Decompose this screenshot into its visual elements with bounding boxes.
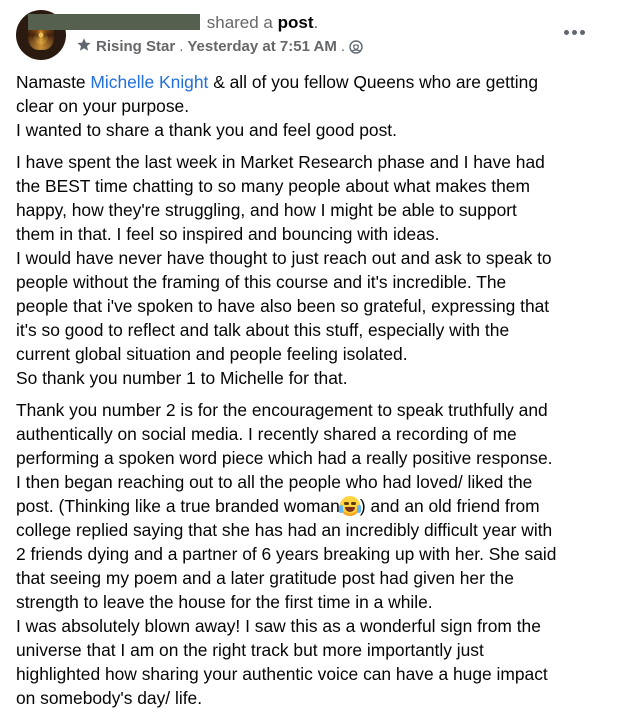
shared-verb: shared a xyxy=(206,13,273,32)
text-line: people that i've spoken to have also bee… xyxy=(16,296,550,316)
text-line: performing a spoken word piece which had… xyxy=(16,448,553,468)
text-line: authentically on social media. I recentl… xyxy=(16,424,517,444)
text-line: on somebody's day/ life. xyxy=(16,688,203,708)
post-card: shared a post. Rising Star. Yesterday at … xyxy=(0,0,618,721)
text-line: universe that I am on the right track bu… xyxy=(16,640,484,660)
member-badge-label[interactable]: Rising Star xyxy=(96,38,175,55)
post-title-line: shared a post. xyxy=(28,12,319,34)
text-line: college replied saying that she has had … xyxy=(16,520,553,540)
meta-separator-2: . xyxy=(340,38,346,55)
text-line: I was absolutely blown away! I saw this … xyxy=(16,616,541,636)
author-name-redacted[interactable] xyxy=(28,14,200,30)
text-line: I would have never have thought to just … xyxy=(16,248,552,268)
text-line: Namaste Michelle Knight & all of you fel… xyxy=(16,70,612,94)
paragraph-2: I have spent the last week in Market Res… xyxy=(16,150,612,390)
text-line: I wanted to share a thank you and feel g… xyxy=(16,120,397,140)
text-line: happy, how they're struggling, and how I… xyxy=(16,200,517,220)
text-line: the BEST time chatting to so many people… xyxy=(16,176,530,196)
text-line: clear on your purpose. xyxy=(16,96,190,116)
title-period: . xyxy=(313,13,319,32)
text-line: them in that. I feel so inspired and bou… xyxy=(16,224,440,244)
text-segment: post. (Thinking like a true branded woma… xyxy=(16,496,340,516)
text-line: So thank you number 1 to Michelle for th… xyxy=(16,368,348,388)
post-meta: Rising Star. Yesterday at 7:51 AM. xyxy=(76,37,363,57)
text-line: people without the framing of this cours… xyxy=(16,272,507,292)
more-options-icon[interactable] xyxy=(564,22,592,42)
tears-of-joy-emoji-icon xyxy=(338,496,361,516)
text-line: highlighted how sharing your authentic v… xyxy=(16,664,548,684)
text-line: I then began reaching out to all the peo… xyxy=(16,472,533,492)
text-line: current global situation and people feel… xyxy=(16,344,408,364)
text-line: that seeing my poem and a later gratitud… xyxy=(16,568,514,588)
text-segment: ) and an old friend from xyxy=(359,496,540,516)
text-segment: Namaste xyxy=(16,72,91,92)
text-line: post. (Thinking like a true branded woma… xyxy=(16,494,612,518)
text-segment: & all of you fellow Queens who are getti… xyxy=(208,72,539,92)
rising-star-badge-icon xyxy=(77,38,91,51)
text-line: Thank you number 2 is for the encouragem… xyxy=(16,400,548,420)
paragraph-3: Thank you number 2 is for the encouragem… xyxy=(16,398,612,710)
post-header: shared a post. Rising Star. Yesterday at … xyxy=(16,10,602,64)
meta-separator: . xyxy=(179,38,184,55)
post-timestamp[interactable]: Yesterday at 7:51 AM xyxy=(187,38,337,55)
text-line: I have spent the last week in Market Res… xyxy=(16,152,545,172)
globe-icon[interactable] xyxy=(349,40,363,54)
mention-link[interactable]: Michelle Knight xyxy=(90,72,208,92)
post-body: Namaste Michelle Knight & all of you fel… xyxy=(16,70,612,718)
text-line: 2 friends dying and a partner of 6 years… xyxy=(16,544,557,564)
text-line: strength to leave the house for the firs… xyxy=(16,592,433,612)
shared-post-link[interactable]: post xyxy=(278,13,314,32)
text-line: it's so good to reflect and talk about t… xyxy=(16,320,510,340)
paragraph-1: Namaste Michelle Knight & all of you fel… xyxy=(16,70,612,142)
